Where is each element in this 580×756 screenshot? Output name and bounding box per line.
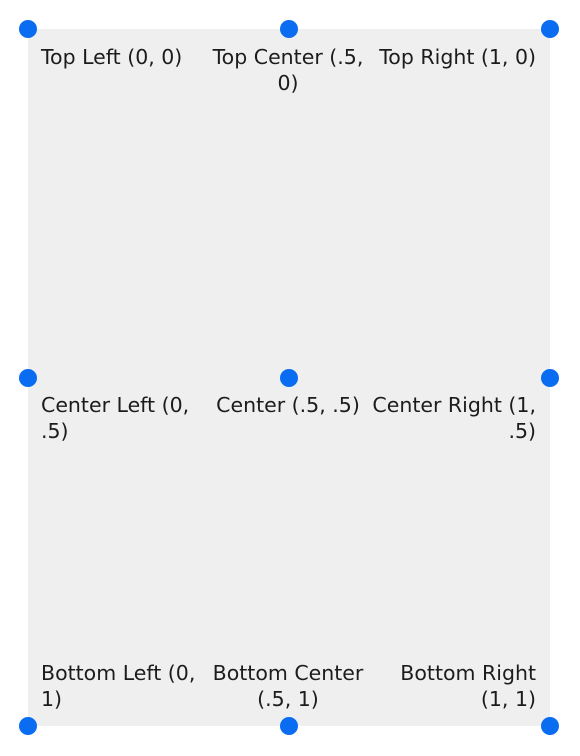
anchor-dot-top-right[interactable] [541,20,559,38]
label-top-right: Top Right (1, 0) [379,45,536,69]
label-bottom-left: Bottom Left (0, 1) [41,661,196,711]
label-top-center: Top Center (.5, 0) [212,45,364,95]
label-top-left: Top Left (0, 0) [41,45,183,69]
label-center: Center (.5, .5) [216,393,360,417]
anchor-dot-bottom-left[interactable] [19,717,37,735]
anchor-dot-top-center[interactable] [280,20,298,38]
anchor-dot-center-right[interactable] [541,369,559,387]
anchor-dot-center[interactable] [280,369,298,387]
anchor-dot-top-left[interactable] [19,20,37,38]
anchor-dot-bottom-right[interactable] [541,717,559,735]
anchor-dot-center-left[interactable] [19,369,37,387]
label-center-left: Center Left (0, .5) [41,393,190,443]
label-bottom-center: Bottom Center (.5, 1) [212,661,364,711]
label-center-right: Center Right (1, .5) [372,393,536,443]
anchor-dot-bottom-center[interactable] [280,717,298,735]
label-bottom-right: Bottom Right (1, 1) [400,661,536,711]
